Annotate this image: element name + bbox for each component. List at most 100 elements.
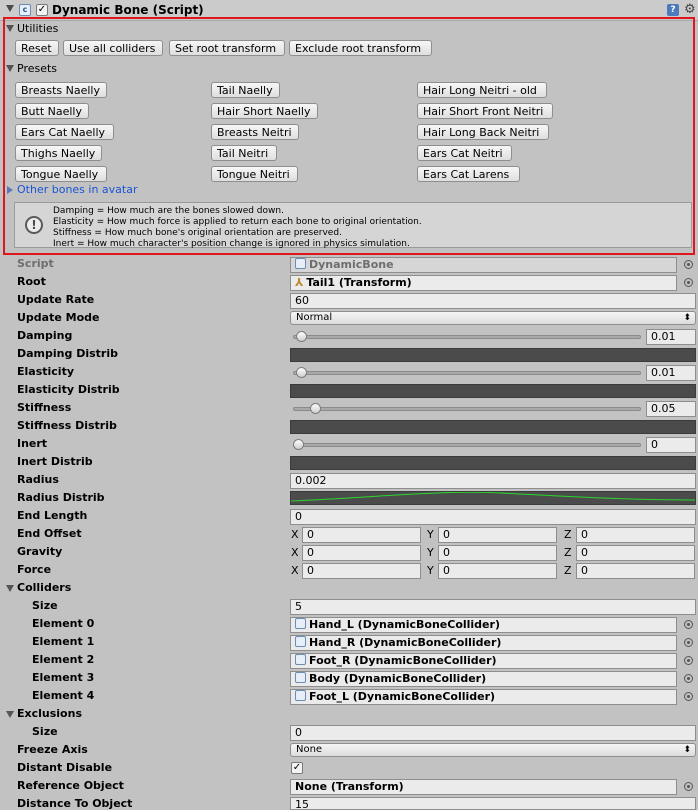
gravity-x-field[interactable]: 0: [302, 545, 421, 561]
preset-button[interactable]: Thighs Naelly: [15, 145, 102, 161]
script-value: DynamicBone: [309, 258, 394, 271]
collider-element-label: Element 1: [32, 635, 95, 648]
damping-field[interactable]: 0.01: [646, 329, 696, 345]
damping-distrib-curve[interactable]: [290, 348, 696, 362]
use-all-colliders-button[interactable]: Use all colliders: [63, 40, 163, 56]
freeze-axis-dropdown[interactable]: None ⬍: [290, 743, 696, 757]
force-z-field[interactable]: 0: [576, 563, 695, 579]
elasticity-label: Elasticity: [17, 365, 75, 378]
utilities-foldout-icon[interactable]: [6, 25, 14, 32]
preset-button[interactable]: Ears Cat Naelly: [15, 124, 114, 140]
gravity-y-field[interactable]: 0: [438, 545, 557, 561]
end-offset-x-field[interactable]: 0: [302, 527, 421, 543]
axis-x-label: X: [291, 564, 299, 577]
distant-disable-checkbox[interactable]: ✓: [291, 762, 303, 774]
inert-slider-track[interactable]: [293, 443, 641, 447]
preset-button[interactable]: Ears Cat Larens: [417, 166, 520, 182]
exclude-root-transform-button[interactable]: Exclude root transform: [289, 40, 432, 56]
axis-z-label: Z: [564, 564, 572, 577]
radius-distrib-curve[interactable]: [290, 491, 696, 505]
root-field[interactable]: ⅄ Tail1 (Transform): [290, 275, 677, 291]
inert-distrib-curve[interactable]: [290, 456, 696, 470]
collider-element-value: Foot_R (DynamicBoneCollider): [309, 654, 497, 667]
enabled-checkbox[interactable]: ✓: [36, 4, 48, 16]
collider-element-field[interactable]: Foot_R (DynamicBoneCollider): [290, 653, 677, 669]
elasticity-distrib-label: Elasticity Distrib: [17, 383, 120, 396]
preset-button[interactable]: Breasts Neitri: [211, 124, 299, 140]
freeze-axis-value: None: [296, 744, 323, 755]
script-icon: [295, 654, 306, 665]
colliders-size-field[interactable]: 5: [290, 599, 696, 615]
stiffness-slider-track[interactable]: [293, 407, 641, 411]
elasticity-field[interactable]: 0.01: [646, 365, 696, 381]
stiffness-distrib-curve[interactable]: [290, 420, 696, 434]
preset-button[interactable]: Hair Short Front Neitri: [417, 103, 553, 119]
collider-element-value: Hand_R (DynamicBoneCollider): [309, 636, 502, 649]
script-icon: [295, 636, 306, 647]
preset-button[interactable]: Tongue Naelly: [15, 166, 107, 182]
damping-slider-track[interactable]: [293, 335, 641, 339]
preset-button[interactable]: Hair Long Back Neitri: [417, 124, 549, 140]
help-icon[interactable]: ?: [667, 4, 679, 16]
stiffness-slider-thumb[interactable]: [309, 403, 321, 414]
utilities-label[interactable]: Utilities: [17, 22, 58, 35]
preset-button[interactable]: Tail Neitri: [211, 145, 277, 161]
colliders-label[interactable]: Colliders: [17, 581, 71, 594]
elasticity-distrib-curve[interactable]: [290, 384, 696, 398]
collider-element-label: Element 2: [32, 653, 95, 666]
update-mode-dropdown[interactable]: Normal ⬍: [290, 311, 696, 325]
end-offset-z-field[interactable]: 0: [576, 527, 695, 543]
exclusions-size-field[interactable]: 0: [290, 725, 696, 741]
radius-field[interactable]: 0.002: [290, 473, 696, 489]
reset-button[interactable]: Reset: [15, 40, 59, 56]
other-bones-foldout[interactable]: Other bones in avatar: [17, 183, 138, 196]
distance-to-object-field[interactable]: 15: [290, 797, 696, 810]
gear-icon[interactable]: ⚙: [684, 2, 696, 17]
script-label: Script: [17, 257, 54, 270]
damping-slider-thumb[interactable]: [296, 331, 308, 342]
presets-label[interactable]: Presets: [17, 62, 57, 75]
dropdown-arrow-icon: ⬍: [683, 313, 691, 323]
reference-object-field[interactable]: None (Transform): [290, 779, 677, 795]
freeze-axis-label: Freeze Axis: [17, 743, 88, 756]
exclusions-label[interactable]: Exclusions: [17, 707, 82, 720]
elasticity-slider-thumb[interactable]: [296, 367, 308, 378]
preset-button[interactable]: Hair Short Naelly: [211, 103, 318, 119]
end-offset-y-field[interactable]: 0: [438, 527, 557, 543]
gravity-z-field[interactable]: 0: [576, 545, 695, 561]
preset-button[interactable]: Breasts Naelly: [15, 82, 107, 98]
collider-element-field[interactable]: Hand_L (DynamicBoneCollider): [290, 617, 677, 633]
preset-button[interactable]: Tail Naelly: [211, 82, 280, 98]
root-label: Root: [17, 275, 46, 288]
exclusions-foldout-icon[interactable]: [6, 711, 14, 718]
other-bones-foldout-icon[interactable]: [7, 186, 13, 194]
object-picker-icon[interactable]: [684, 656, 693, 665]
preset-button[interactable]: Butt Naelly: [15, 103, 89, 119]
stiffness-field[interactable]: 0.05: [646, 401, 696, 417]
object-picker-icon[interactable]: [684, 692, 693, 701]
collider-element-field[interactable]: Foot_L (DynamicBoneCollider): [290, 689, 677, 705]
object-picker-icon[interactable]: [684, 674, 693, 683]
end-offset-label: End Offset: [17, 527, 82, 540]
collider-element-field[interactable]: Body (DynamicBoneCollider): [290, 671, 677, 687]
inert-field[interactable]: 0: [646, 437, 696, 453]
object-picker-icon[interactable]: [684, 620, 693, 629]
force-x-field[interactable]: 0: [302, 563, 421, 579]
colliders-foldout-icon[interactable]: [6, 585, 14, 592]
preset-button[interactable]: Hair Long Neitri - old: [417, 82, 547, 98]
update-rate-field[interactable]: 60: [290, 293, 696, 309]
collider-element-field[interactable]: Hand_R (DynamicBoneCollider): [290, 635, 677, 651]
inert-slider-thumb[interactable]: [293, 439, 304, 450]
foldout-arrow-icon[interactable]: [6, 5, 14, 12]
object-picker-icon[interactable]: [684, 638, 693, 647]
preset-button[interactable]: Ears Cat Neitri: [417, 145, 512, 161]
object-picker-icon[interactable]: [684, 782, 693, 791]
force-y-field[interactable]: 0: [438, 563, 557, 579]
elasticity-slider-track[interactable]: [293, 371, 641, 375]
presets-foldout-icon[interactable]: [6, 65, 14, 72]
end-length-field[interactable]: 0: [290, 509, 696, 525]
script-icon: [295, 672, 306, 683]
preset-button[interactable]: Tongue Neitri: [211, 166, 298, 182]
set-root-transform-button[interactable]: Set root transform: [169, 40, 285, 56]
object-picker-icon[interactable]: [684, 278, 693, 287]
